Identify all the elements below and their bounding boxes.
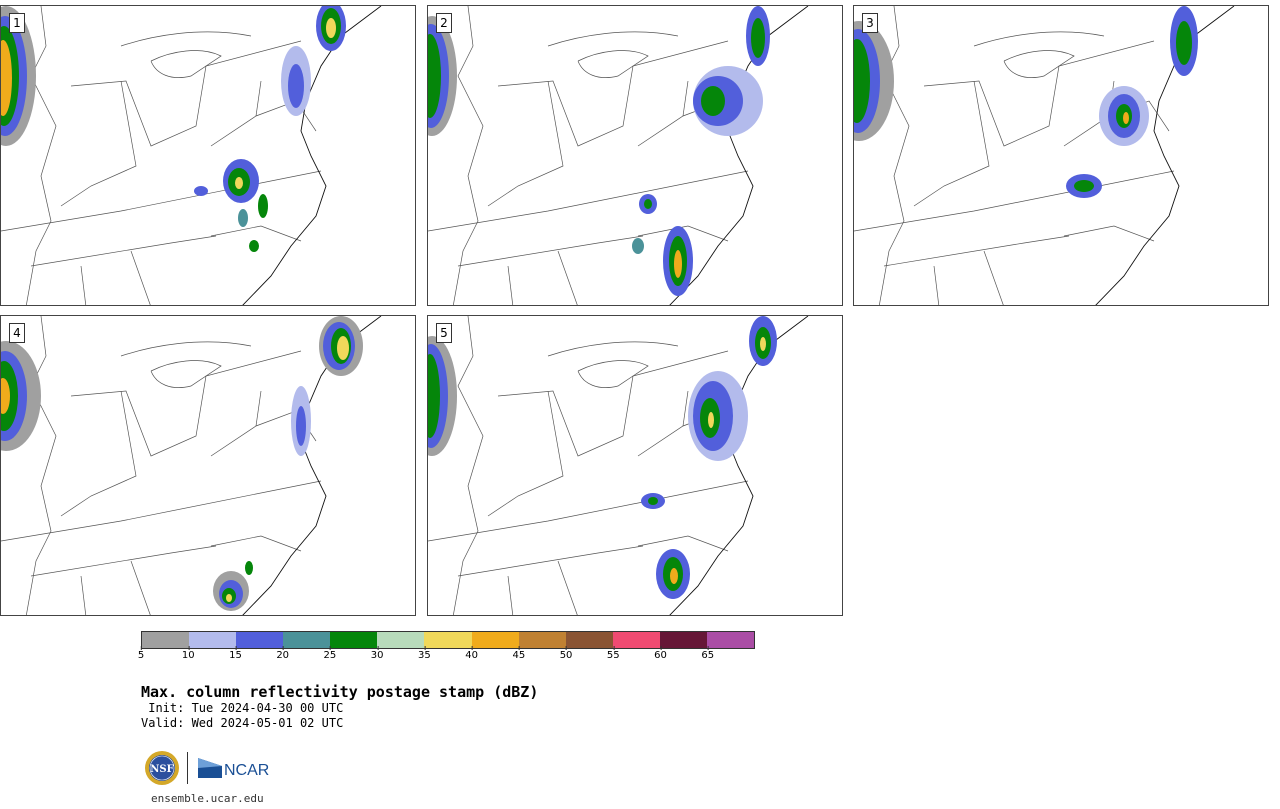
colorbar-tick-label: 30 xyxy=(370,646,384,661)
map-panel-5: 5 xyxy=(427,315,843,616)
colorbar-segment xyxy=(565,632,613,648)
site-url: ensemble.ucar.edu xyxy=(151,792,264,805)
panel-4-label: 4 xyxy=(9,323,25,343)
colorbar-tick-label: 45 xyxy=(512,646,526,661)
colorbar-segment xyxy=(518,632,566,648)
colorbar-segment xyxy=(236,632,284,648)
map-panel-2: 2 xyxy=(427,5,843,306)
colorbar-segment xyxy=(471,632,519,648)
nsf-logo: NSF xyxy=(144,750,180,786)
colorbar-tick-label: 10 xyxy=(181,646,195,661)
panel-2-label: 2 xyxy=(436,13,452,33)
plot-title: Max. column reflectivity postage stamp (… xyxy=(141,683,539,701)
init-time: Init: Tue 2024-04-30 00 UTC xyxy=(141,701,344,715)
colorbar-segment xyxy=(424,632,472,648)
map-panel-4: 4 xyxy=(0,315,416,616)
colorbar-tick-label: 5 xyxy=(137,646,145,661)
colorbar-tick-label: 40 xyxy=(465,646,478,661)
colorbar-segment xyxy=(612,632,660,648)
colorbar-tick-label: 25 xyxy=(323,646,337,661)
colorbar-tick-label: 50 xyxy=(559,646,573,661)
colorbar-tick-label: 55 xyxy=(606,646,620,661)
map-panel-3: 3 xyxy=(853,5,1269,306)
colorbar-tick-label: 60 xyxy=(654,646,667,661)
colorbar-segment xyxy=(283,632,331,648)
colorbar-tick-label: 15 xyxy=(229,646,242,661)
ncar-logo: NCAR xyxy=(196,756,272,780)
colorbar-segment xyxy=(659,632,707,648)
logos: NSF NCAR xyxy=(144,750,284,790)
colorbar-tick-label: 20 xyxy=(276,646,290,661)
logo-divider xyxy=(187,752,188,784)
panel-3-label: 3 xyxy=(862,13,878,33)
colorbar-tick-label: 65 xyxy=(701,646,715,661)
ncar-logo-text: NCAR xyxy=(224,762,269,779)
colorbar-segment xyxy=(142,632,190,648)
map-panel-1: 1 xyxy=(0,5,416,306)
colorbar-segment xyxy=(706,632,755,648)
colorbar-segment xyxy=(189,632,237,648)
colorbar-tick-label: 35 xyxy=(418,646,431,661)
colorbar-ticks: 5 10 15 20 25 30 35 40 45 50 55 60 65 xyxy=(137,646,755,668)
colorbar xyxy=(141,631,755,649)
valid-time: Valid: Wed 2024-05-01 02 UTC xyxy=(141,716,344,730)
panel-5-label: 5 xyxy=(436,323,452,343)
colorbar-segment xyxy=(377,632,425,648)
colorbar-segment xyxy=(330,632,378,648)
panel-1-label: 1 xyxy=(9,13,25,33)
nsf-logo-text: NSF xyxy=(150,764,173,775)
